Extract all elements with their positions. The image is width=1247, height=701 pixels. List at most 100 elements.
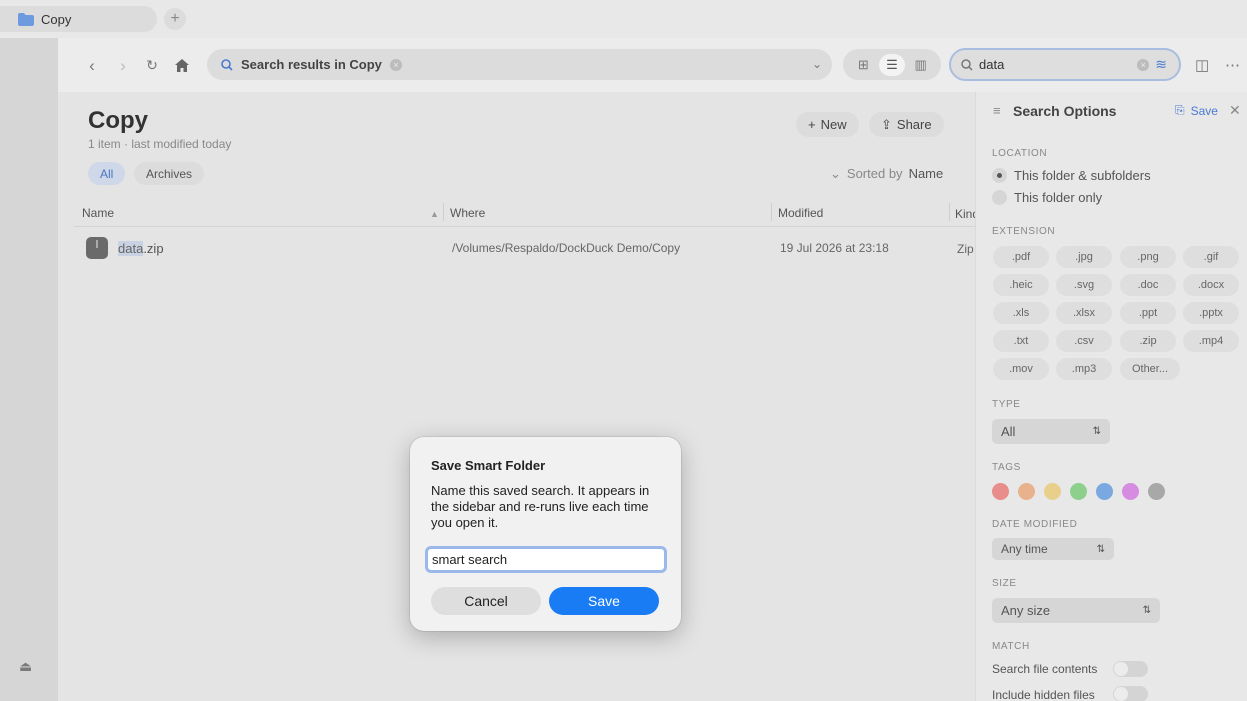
new-tab-button[interactable]: + [164,8,186,30]
tag-color-dot[interactable] [1122,483,1139,500]
extension-chip[interactable]: .csv [1056,330,1112,352]
extension-chip[interactable]: .ppt [1120,302,1176,324]
cancel-button[interactable]: Cancel [431,587,541,615]
sort-control[interactable]: ⌄ Sorted by Name [830,166,943,182]
dialog-title: Save Smart Folder [431,458,546,473]
column-divider[interactable] [443,203,444,221]
search-icon [961,58,973,71]
sort-ascending-icon: ▲ [430,209,439,219]
type-label: TYPE [992,399,1021,410]
extension-chip[interactable]: Other... [1120,358,1180,380]
column-divider[interactable] [771,203,772,221]
extension-chip[interactable]: .pptx [1183,302,1239,324]
search-input[interactable]: data [979,57,1131,72]
file-name: data.zip [118,241,164,256]
column-view-icon[interactable]: ▥ [908,54,934,76]
tab-copy[interactable]: Copy [0,6,157,32]
size-label: SIZE [992,578,1017,589]
extension-chip[interactable]: .xls [993,302,1049,324]
refresh-icon[interactable]: ↻ [141,58,163,72]
sidebar: ⏏ [0,38,58,701]
back-icon[interactable]: ‹ [81,57,103,74]
column-divider[interactable] [949,203,950,221]
table-divider [74,226,975,227]
file-where: /Volumes/Respaldo/DockDuck Demo/Copy [452,241,681,255]
more-options-icon[interactable]: ⋯ [1225,56,1240,74]
new-button[interactable]: + New [796,112,859,137]
type-select[interactable]: All ⇅ [992,419,1110,444]
extension-chip[interactable]: .pdf [993,246,1049,268]
smart-folder-name-input[interactable] [425,546,667,573]
size-select[interactable]: Any size ⇅ [992,598,1160,623]
radio-unselected[interactable] [992,190,1007,205]
extension-chip[interactable]: .doc [1120,274,1176,296]
extension-chip[interactable]: .gif [1183,246,1239,268]
extension-chip[interactable]: .png [1120,246,1176,268]
extension-chip[interactable]: .docx [1183,274,1239,296]
panel-save-button[interactable]: ⎘ Save [1175,103,1218,118]
extension-chip[interactable]: .xlsx [1056,302,1112,324]
column-header-where[interactable]: Where [450,206,485,220]
filter-options-icon[interactable]: ≋ [1155,56,1167,73]
tag-color-dot[interactable] [1148,483,1165,500]
clear-search-icon[interactable]: × [1137,58,1150,71]
share-icon: ⇪ [881,116,892,132]
grid-view-icon[interactable]: ⊞ [850,54,876,76]
save-button[interactable]: Save [549,587,659,615]
location-option-folder-only[interactable]: This folder only [992,190,1102,205]
home-icon[interactable] [171,58,193,72]
extension-chip[interactable]: .mov [993,358,1049,380]
folder-subtitle: 1 item · last modified today [88,137,232,151]
extension-chip[interactable]: .svg [1056,274,1112,296]
radio-selected[interactable] [992,168,1007,183]
list-view-icon[interactable]: ☰ [878,53,905,76]
search-field[interactable]: data × ≋ [949,48,1181,81]
forward-icon[interactable]: › [112,57,134,74]
share-button[interactable]: ⇪ Share [869,112,944,137]
dialog-message: Name this saved search. It appears in th… [431,483,650,530]
tag-color-dot[interactable] [1044,483,1061,500]
extension-chip[interactable]: .mp4 [1183,330,1239,352]
sidebar-toggle-icon[interactable]: ◫ [1195,56,1209,74]
sliders-icon: ≡ [993,103,1001,118]
close-icon[interactable]: ✕ [1229,102,1241,119]
stepper-icon: ⇅ [1096,543,1105,555]
path-bar[interactable]: Search results in Copy × ⌄ [207,49,832,80]
hidden-files-toggle[interactable] [1113,686,1148,701]
column-header-name[interactable]: Name [82,206,114,220]
folder-icon [18,12,34,26]
tag-color-dot[interactable] [992,483,1009,500]
extension-chip[interactable]: .mp3 [1056,358,1112,380]
search-icon [221,58,233,71]
extension-chip[interactable]: .zip [1120,330,1176,352]
chevron-down-icon: ⌄ [830,166,841,181]
hidden-files-label: Include hidden files [992,688,1095,701]
column-header-kind[interactable]: Kind [955,207,975,221]
tag-color-dot[interactable] [1018,483,1035,500]
tag-color-dot[interactable] [1096,483,1113,500]
stepper-icon: ⇅ [1092,426,1101,437]
tags-label: TAGS [992,462,1021,473]
eject-icon[interactable]: ⏏ [19,658,32,675]
file-modified: 19 Jul 2026 at 23:18 [780,241,889,255]
date-modified-select[interactable]: Any time ⇅ [992,538,1114,560]
table-row[interactable]: data.zip /Volumes/Respaldo/DockDuck Demo… [74,234,975,262]
extension-chip[interactable]: .heic [993,274,1049,296]
search-contents-label: Search file contents [992,662,1098,676]
extension-label: EXTENSION [992,226,1056,237]
file-kind: Zip [957,242,974,256]
tab-title: Copy [41,11,72,27]
chevron-down-icon[interactable]: ⌄ [812,57,822,71]
filter-all[interactable]: All [88,162,126,185]
extension-chip[interactable]: .txt [993,330,1049,352]
view-mode-group: ⊞ ☰ ▥ [843,49,941,80]
extension-chip[interactable]: .jpg [1056,246,1112,268]
tag-color-dot[interactable] [1070,483,1087,500]
filter-archives[interactable]: Archives [134,162,205,185]
column-header-modified[interactable]: Modified [778,206,823,220]
search-contents-toggle[interactable] [1113,661,1148,677]
location-option-subfolders[interactable]: This folder & subfolders [992,168,1151,183]
clear-path-icon[interactable]: × [389,58,402,71]
location-label: LOCATION [992,148,1048,159]
tab-bar [0,0,1247,38]
